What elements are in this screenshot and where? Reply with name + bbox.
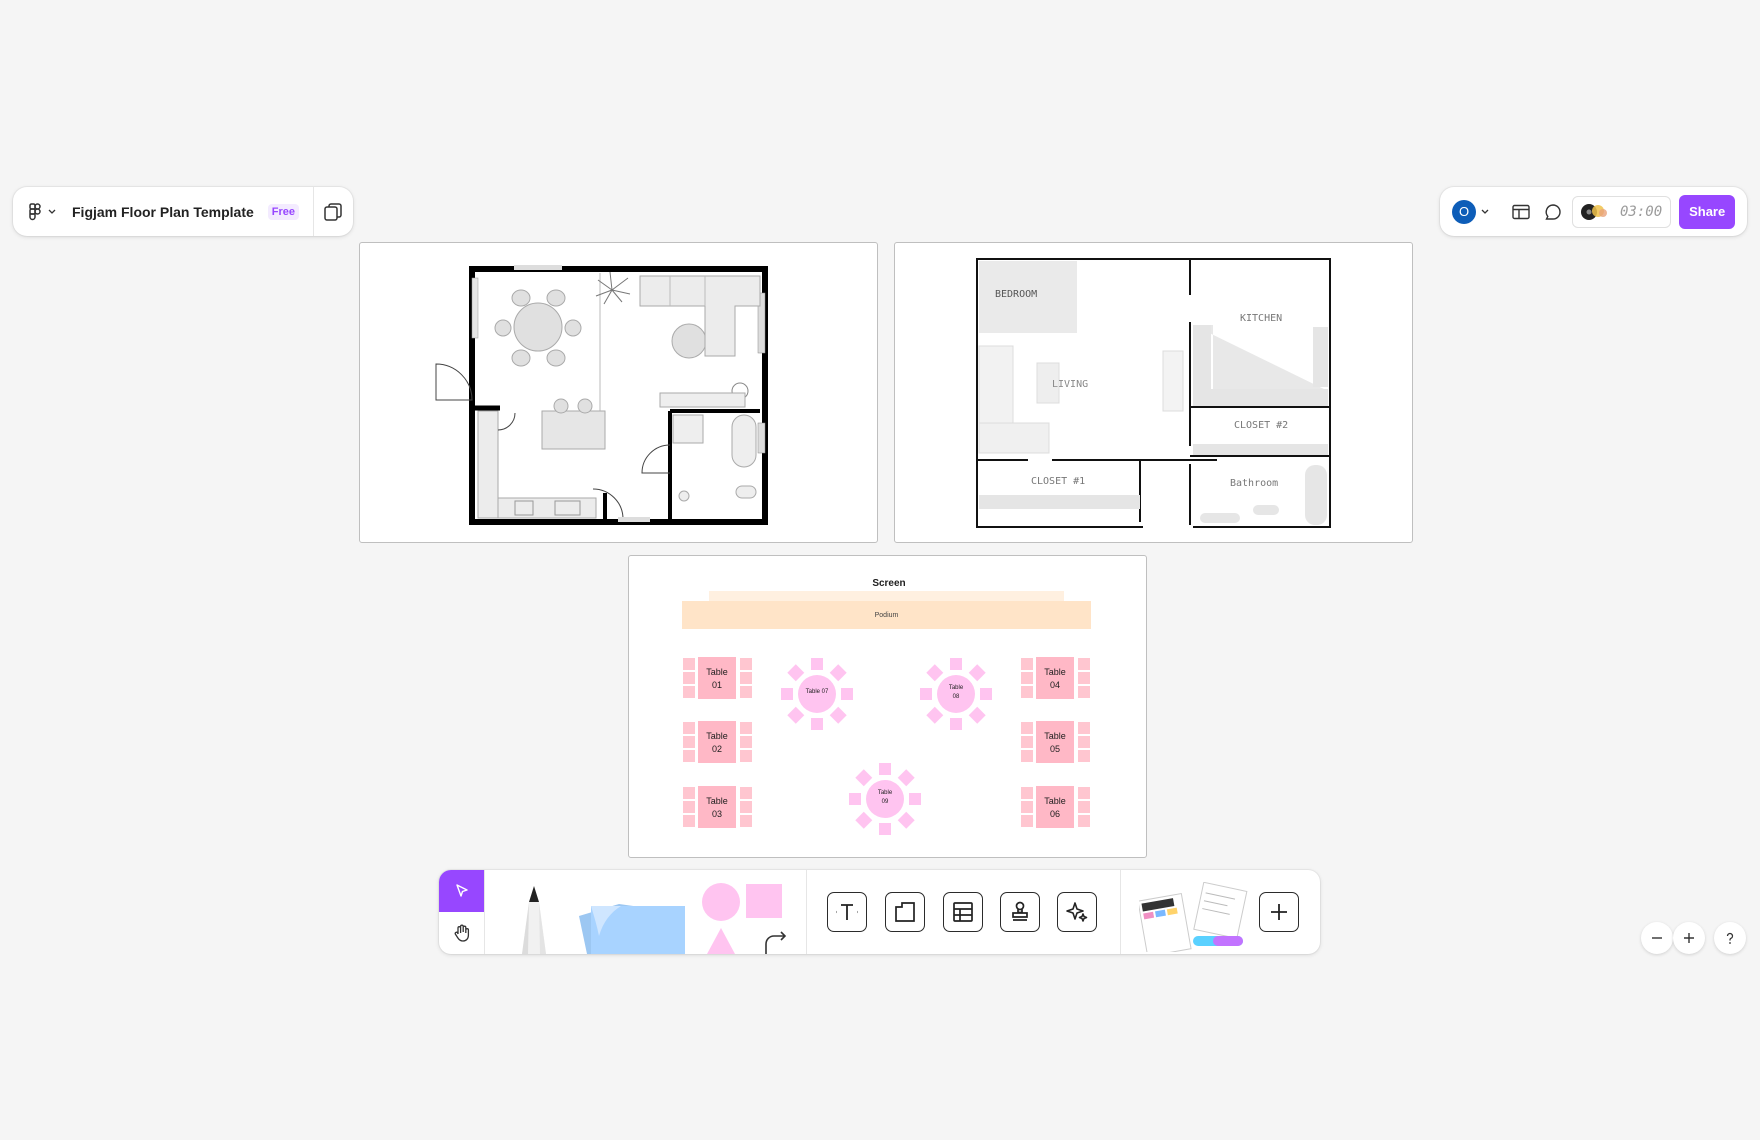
timer-value: 03:00 (1620, 203, 1663, 220)
table-01: Table 01 (706, 667, 728, 690)
timer-button[interactable]: 03:00 (1572, 195, 1672, 228)
plus-icon (1271, 904, 1287, 920)
avatar[interactable]: O (1452, 199, 1476, 224)
help-button[interactable] (1714, 922, 1746, 954)
marker-icon (522, 886, 546, 954)
templates-button[interactable] (1137, 881, 1249, 954)
sticky-note-icon (579, 904, 685, 954)
section-icon (895, 902, 915, 922)
help-icon (1726, 932, 1734, 944)
divider (1120, 870, 1121, 954)
layout-button[interactable] (1506, 197, 1536, 227)
floor-plan-drawing-1 (435, 265, 768, 525)
sticky-note-tool-button[interactable] (577, 884, 687, 954)
figma-menu-icon (29, 202, 41, 220)
stamp-tool-button[interactable] (1000, 892, 1040, 932)
floor-plan-frame-1[interactable] (359, 242, 878, 543)
room-label-bedroom: BEDROOM (995, 289, 1038, 300)
stamp-icon (1012, 901, 1028, 921)
floor-plan-drawing-2 (976, 258, 1331, 529)
table-03: Table 03 (706, 796, 728, 819)
chevron-down-icon[interactable] (1478, 207, 1492, 217)
table-05: Table 05 (1044, 731, 1066, 754)
templates-icon (1137, 881, 1248, 954)
table-icon (953, 902, 973, 922)
zoom-in-button[interactable] (1673, 922, 1705, 954)
table-09: Table 09 (877, 790, 893, 805)
shapes-tool-button[interactable] (701, 882, 791, 954)
divider (806, 870, 807, 954)
comment-icon (1545, 203, 1561, 220)
table-08: Table 08 (948, 685, 964, 700)
text-tool-button[interactable] (827, 892, 867, 932)
layout-icon (1512, 204, 1530, 219)
main-menu-button[interactable] (13, 187, 66, 236)
more-tools-button[interactable] (1259, 892, 1299, 932)
marker-tool-button[interactable] (511, 884, 557, 954)
room-label-bathroom: Bathroom (1230, 478, 1279, 489)
hand-tool-button[interactable] (439, 912, 484, 954)
ai-sparkle-icon (1066, 902, 1088, 922)
table-06: Table 06 (1044, 796, 1066, 819)
text-icon (836, 904, 858, 920)
file-title[interactable]: Figjam Floor Plan Template (72, 204, 254, 220)
zoom-out-icon (1652, 937, 1662, 939)
music-icon (1581, 203, 1607, 220)
table-04: Table 04 (1044, 667, 1066, 690)
room-label-closet-1: CLOSET #1 (1031, 476, 1086, 487)
chevron-down-icon (48, 209, 56, 214)
select-tool-button[interactable] (439, 870, 484, 912)
divider (484, 870, 485, 954)
select-arrow-icon (455, 884, 468, 897)
shapes-icon (702, 883, 787, 954)
file-info-panel: Figjam Floor Plan Template Free (13, 187, 353, 236)
creation-toolbar (439, 870, 1320, 954)
pages-button[interactable] (314, 187, 353, 236)
floor-plan-frame-2[interactable]: BEDROOM LIVING KITCHEN CLOSET #2 CLOSET … (894, 242, 1413, 543)
room-label-kitchen: KITCHEN (1240, 313, 1283, 324)
plan-badge[interactable]: Free (267, 203, 300, 220)
zoom-in-icon (1684, 933, 1694, 943)
section-tool-button[interactable] (885, 892, 925, 932)
room-label-living: LIVING (1052, 379, 1089, 390)
table-02: Table 02 (706, 731, 728, 754)
share-button[interactable]: Share (1679, 194, 1736, 229)
ai-tool-button[interactable] (1057, 892, 1097, 932)
room-label-closet-2: CLOSET #2 (1234, 420, 1289, 431)
table-tool-button[interactable] (943, 892, 983, 932)
pages-icon (324, 202, 343, 221)
zoom-out-button[interactable] (1641, 922, 1673, 954)
collaboration-bar: O 03:00 Share (1440, 187, 1747, 236)
table-07: Table 07 (805, 689, 829, 695)
hand-icon (454, 924, 469, 942)
comment-button[interactable] (1538, 197, 1568, 227)
seating-chart-frame[interactable]: Screen Podium Table 01 Table 02 Table 03… (628, 555, 1147, 858)
